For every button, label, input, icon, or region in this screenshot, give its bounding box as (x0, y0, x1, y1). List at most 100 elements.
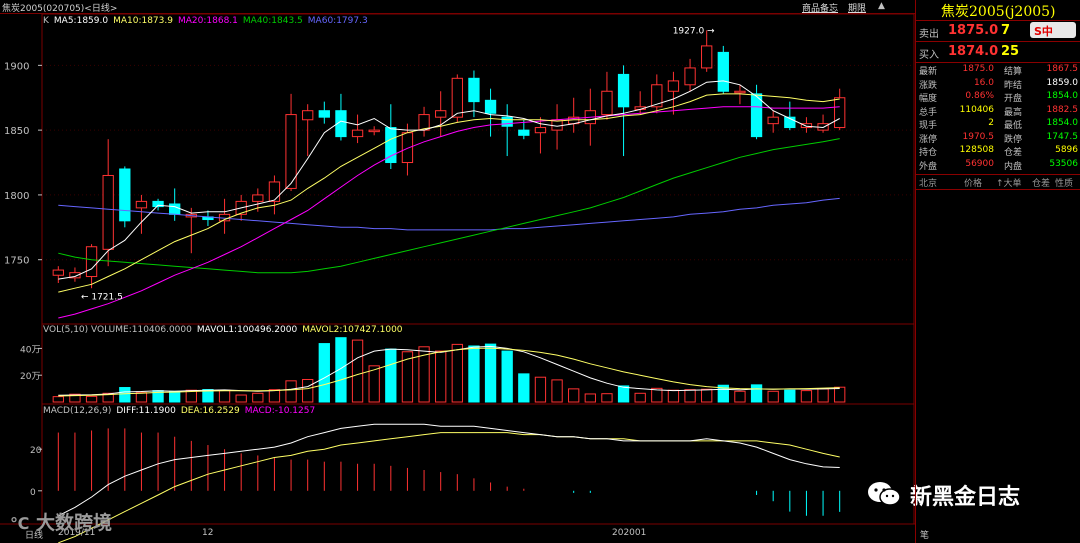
candle-body (169, 203, 181, 215)
volume-bar (784, 389, 796, 403)
volume-bar (834, 386, 846, 403)
quote-row: 现手 2 最低 1854.0 (916, 118, 1080, 132)
quote-label: 昨结 (1004, 80, 1023, 91)
candle-body (318, 110, 330, 118)
ma-legend: K MA5:1859.0 MA10:1873.9 MA20:1868.1 MA40:18… (43, 16, 373, 26)
candle-body (617, 73, 630, 108)
volume-bar (634, 392, 646, 403)
quote-value1: 16.0 (973, 77, 994, 88)
volume-bar (119, 387, 131, 403)
quote-label: 总手 (919, 107, 938, 118)
ma-legend-item: MA60:1797.3 (307, 16, 368, 26)
quote-value1: 0.86% (965, 91, 994, 101)
quote-tab[interactable]: 北京 (919, 176, 937, 189)
candle-body (351, 129, 364, 138)
candle-body (119, 168, 131, 222)
volume-tick-label: 20万 (20, 372, 40, 382)
ask-price: 1875.0 (948, 23, 999, 38)
divider (916, 41, 1080, 42)
macd-legend-item: MACD:-10.1257 (244, 406, 316, 416)
bid-price: 1874.0 (948, 44, 999, 59)
contract-name: 焦炭2005(j2005) (941, 4, 1056, 20)
ma60-line (58, 197, 840, 231)
quote-value2: 1859.0 (1046, 77, 1079, 88)
volume-bar (351, 339, 364, 403)
vol-legend-item: MAVOL2:107427.1000 (302, 325, 403, 335)
ask-volume: 7 (1001, 23, 1011, 38)
high-annotation: 1927.0 → (673, 26, 715, 36)
candle-body (767, 116, 779, 125)
macd-pane-frame (41, 403, 915, 525)
quote-panel: 焦炭2005(j2005) 卖出 1875.0 7 买入 1874.0 25 最… (915, 0, 1080, 543)
volume-bar (734, 390, 746, 403)
quote-label: 开盘 (1004, 94, 1023, 104)
candle-body (385, 127, 397, 164)
chart-area[interactable]: 1750 1800 1850 1900 1927.0 → ← 1721.5 20万 40万 0 2… (0, 0, 915, 543)
macd-tick-label: 0 (30, 488, 36, 498)
quote-row: 持仓 128508 仓差 5896 (916, 145, 1080, 159)
candle-body (252, 194, 264, 202)
quote-value1: 56900 (965, 158, 994, 169)
vol-legend-item: VOL(5,10) VOLUME:110406.0000 (43, 325, 192, 335)
ma10-line (58, 93, 840, 293)
quote-row: 外盘 56900 内盘 53506 (916, 159, 1080, 173)
menu-link-period[interactable]: 期限 (848, 1, 866, 14)
bid-row[interactable]: 买入 1874.0 25 (916, 43, 1080, 61)
menu-link-memo[interactable]: 商品备忘 (802, 1, 838, 14)
volume-bar (551, 379, 563, 403)
divider (916, 20, 1080, 21)
quote-label: 涨跌 (919, 80, 938, 91)
price-pane-frame (41, 13, 915, 325)
quote-value1: 2 (988, 118, 994, 128)
ma-legend-item: K (43, 16, 49, 26)
contract-header: 焦炭2005(j2005) (916, 0, 1080, 20)
volume-bar (800, 390, 813, 403)
quote-tab[interactable]: 价格 (964, 176, 982, 189)
volume-tick-label: 40万 (20, 345, 40, 355)
top-bar: 焦炭2005(020705)<日线> 商品备忘 期限 ▲ (0, 0, 915, 14)
quote-label: 最新 (919, 67, 938, 77)
candle-body (302, 110, 314, 121)
scroll-up-icon[interactable]: ▲ (878, 1, 885, 11)
candle-body (834, 97, 846, 129)
volume-bar (767, 390, 779, 403)
vol-legend-item: MAVOL1:100496.2000 (196, 325, 298, 335)
price-tick-label: 1850 (4, 126, 29, 137)
volume-bar (268, 389, 281, 403)
volume-bar (285, 380, 297, 403)
volume-bar (468, 345, 480, 403)
diff-line (58, 423, 840, 517)
quote-label: 跌停 (1004, 134, 1023, 145)
candle-body (501, 116, 513, 127)
watermark-left: ℃ 大数跨境 (10, 512, 113, 534)
macd-legend-item: MACD(12,26,9) (43, 406, 112, 416)
macd-legend-item: DIFF:11.1900 (116, 406, 176, 416)
volume-bar (601, 393, 613, 403)
volume-bar (451, 343, 463, 403)
low-annotation: ← 1721.5 (81, 293, 123, 303)
divider (916, 62, 1080, 63)
quote-tab[interactable]: ↑大单 (996, 176, 1022, 189)
candle-body (268, 181, 281, 202)
quote-row: 幅度 0.86% 开盘 1854.0 (916, 91, 1080, 105)
candle-body (484, 99, 497, 114)
logo-icon: ℃ (10, 514, 30, 533)
volume-bar (435, 350, 447, 403)
trade-tab[interactable]: 笔 (920, 528, 929, 541)
bid-volume: 25 (1001, 44, 1020, 59)
input-method-badge[interactable]: S中 (1030, 22, 1076, 38)
chart-title: 焦炭2005(020705)<日线> (2, 4, 118, 14)
quote-tab[interactable]: 仓差 (1032, 176, 1050, 189)
quote-value2: 5896 (1055, 145, 1078, 155)
candle-body (85, 246, 98, 278)
quote-label: 外盘 (919, 161, 938, 172)
candle-body (451, 77, 463, 118)
volume-bar (584, 393, 596, 403)
volume-bar (817, 388, 829, 403)
wechat-icon (868, 482, 901, 506)
volume-bar (135, 392, 148, 403)
x-tick-label: 202001 (612, 528, 647, 538)
quote-value2: 1854.0 (1046, 118, 1079, 128)
volume-bar (318, 343, 330, 403)
quote-tab[interactable]: 性质 (1055, 176, 1073, 189)
